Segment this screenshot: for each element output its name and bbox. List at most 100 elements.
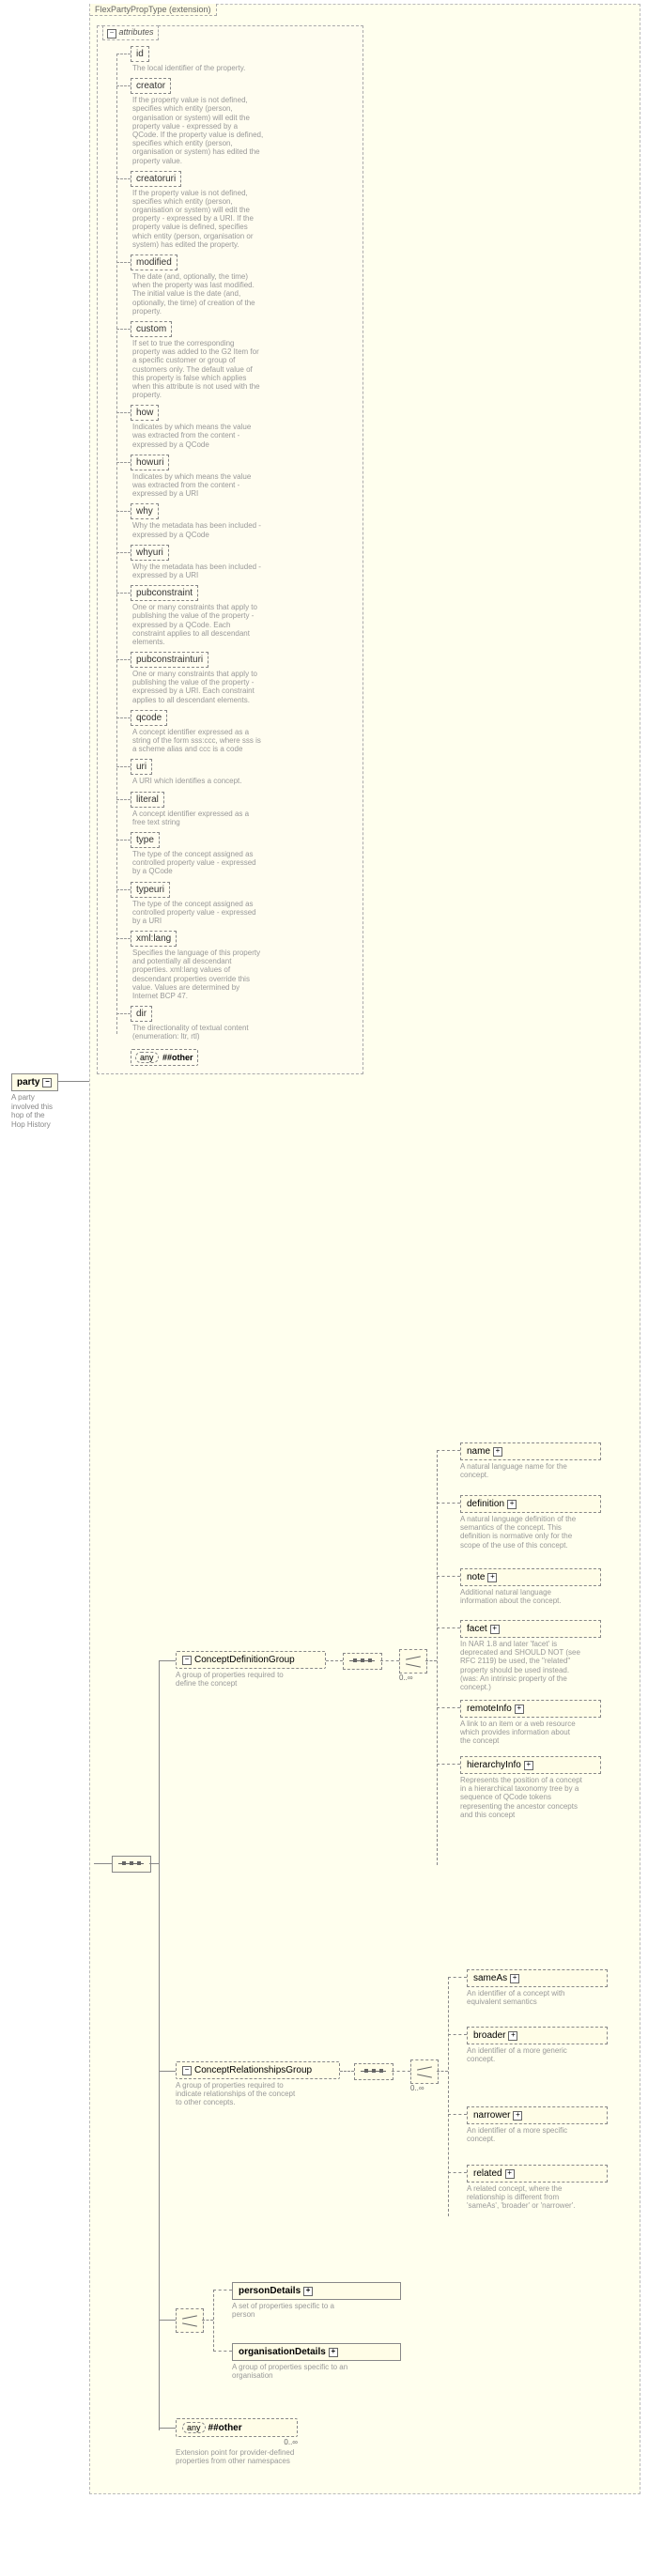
attribute-desc: The directionality of textual content (e… [132, 1024, 264, 1041]
child-label: narrower [473, 2110, 510, 2121]
attribute-desc: If set to true the corresponding propert… [132, 339, 264, 399]
attribute-name[interactable]: modified [131, 255, 177, 270]
collapse-icon[interactable]: − [182, 2066, 192, 2075]
child-label: note [467, 1572, 485, 1582]
attribute-desc: A URI which identifies a concept. [132, 777, 264, 785]
child-desc: A link to an item or a web resource whic… [460, 1720, 582, 1746]
child-element[interactable]: hierarchyInfo+Represents the position of… [460, 1756, 601, 1819]
connector [448, 2172, 467, 2173]
connector [159, 2428, 176, 2429]
child-desc: An identifier of a more generic concept. [467, 2046, 589, 2063]
attribute-item: creatorIf the property value is not defi… [131, 78, 363, 165]
child-element[interactable]: personDetails+A set of properties specif… [232, 2282, 401, 2319]
expand-icon[interactable]: + [507, 1500, 517, 1509]
sequence-connector[interactable] [343, 1653, 382, 1670]
expand-icon[interactable]: + [493, 1447, 502, 1457]
child-element[interactable]: name+A natural language name for the con… [460, 1442, 601, 1479]
collapse-icon[interactable]: − [42, 1078, 52, 1087]
attribute-name[interactable]: whyuri [131, 545, 169, 561]
child-label: sameAs [473, 1973, 507, 1983]
any-label: any [135, 1052, 159, 1063]
attribute-name[interactable]: uri [131, 759, 152, 775]
attribute-desc: The type of the concept assigned as cont… [132, 850, 264, 876]
attribute-name[interactable]: custom [131, 321, 172, 337]
concept-relationships-group[interactable]: − ConceptRelationshipsGroup A group of p… [176, 2061, 340, 2107]
expand-icon[interactable]: + [524, 1761, 533, 1770]
child-element[interactable]: broader+An identifier of a more generic … [467, 2027, 608, 2063]
child-desc: A set of properties specific to a person [232, 2302, 354, 2319]
attribute-name[interactable]: pubconstraint [131, 585, 198, 601]
expand-icon[interactable]: + [303, 2287, 313, 2296]
expand-icon[interactable]: + [510, 1974, 519, 1983]
attribute-name[interactable]: creatoruri [131, 171, 181, 187]
attribute-name[interactable]: dir [131, 1006, 152, 1022]
attribute-name[interactable]: type [131, 832, 160, 848]
root-desc: A party involved this hop of the Hop His… [11, 1093, 58, 1129]
attribute-desc: Indicates by which means the value was e… [132, 472, 264, 499]
attributes-title: − attributes [102, 25, 159, 40]
group-desc: A group of properties required to indica… [176, 2081, 298, 2107]
attribute-desc: The type of the concept assigned as cont… [132, 900, 264, 926]
child-element[interactable]: sameAs+An identifier of a concept with e… [467, 1969, 608, 2006]
collapse-icon[interactable]: − [182, 1656, 192, 1665]
attribute-name[interactable]: creator [131, 78, 171, 94]
attribute-name[interactable]: id [131, 46, 149, 62]
child-label: related [473, 2168, 502, 2179]
child-desc: An identifier of a more specific concept… [467, 2126, 589, 2143]
connector [213, 2351, 232, 2352]
concept-definition-group[interactable]: − ConceptDefinitionGroup A group of prop… [176, 1651, 326, 1688]
sequence-connector[interactable] [112, 1856, 151, 1873]
attribute-item: whyWhy the metadata has been included - … [131, 503, 363, 538]
attribute-name[interactable]: pubconstrainturi [131, 652, 208, 668]
child-element[interactable]: definition+A natural language definition… [460, 1495, 601, 1550]
attribute-name[interactable]: why [131, 503, 159, 519]
root-label: party [17, 1077, 39, 1087]
other-label: ##other [162, 1053, 193, 1062]
choice-connector[interactable] [410, 2059, 439, 2084]
connector [202, 2320, 213, 2321]
wildcard-element[interactable]: any ##other 0..∞ Extension point for pro… [176, 2418, 298, 2465]
expand-icon[interactable]: + [515, 1704, 524, 1714]
child-element[interactable]: note+ Additional natural language informa… [460, 1568, 601, 1605]
attribute-desc: Why the metadata has been included - exp… [132, 563, 264, 579]
child-desc: A group of properties specific to an org… [232, 2363, 354, 2380]
choice-connector[interactable] [176, 2308, 204, 2333]
attribute-name[interactable]: xml:lang [131, 931, 177, 947]
attribute-name[interactable]: typeuri [131, 882, 170, 898]
group-desc: A group of properties required to define… [176, 1671, 298, 1688]
attribute-desc: A concept identifier expressed as a stri… [132, 728, 264, 754]
attribute-item: xml:lang Specifies the language of this p… [131, 931, 363, 1000]
child-element[interactable]: organisationDetails+A group of propertie… [232, 2343, 401, 2380]
attribute-item: uri A URI which identifies a concept. [131, 759, 363, 785]
attribute-item: literalA concept identifier expressed as… [131, 792, 363, 826]
child-label: facet [467, 1624, 487, 1634]
connector [437, 2071, 448, 2072]
attribute-name[interactable]: how [131, 405, 159, 421]
expand-icon[interactable]: + [487, 1573, 497, 1582]
expand-icon[interactable]: + [490, 1625, 500, 1634]
attribute-item: pubconstrainturiOne or many constraints … [131, 652, 363, 704]
connector [58, 1081, 89, 1082]
any-label: any [182, 2422, 206, 2433]
child-element[interactable]: narrower+ An identifier of a more specifi… [467, 2106, 608, 2143]
collapse-icon[interactable]: − [107, 29, 116, 39]
attribute-item: howIndicates by which means the value wa… [131, 405, 363, 449]
attribute-name[interactable]: qcode [131, 710, 167, 726]
any-other-attr: any ##other [131, 1049, 198, 1066]
attribute-name[interactable]: literal [131, 792, 164, 808]
root-element[interactable]: party − [11, 1073, 58, 1091]
expand-icon[interactable]: + [505, 2169, 515, 2179]
child-element[interactable]: related+ A related concept, where the rel… [467, 2165, 608, 2211]
sequence-connector[interactable] [354, 2063, 393, 2080]
attribute-name[interactable]: howuri [131, 455, 169, 470]
child-desc: Additional natural language information … [460, 1588, 582, 1605]
expand-icon[interactable]: + [513, 2111, 522, 2121]
expand-icon[interactable]: + [508, 2031, 517, 2041]
child-desc: A related concept, where the relationshi… [467, 2184, 589, 2211]
child-element[interactable]: facet+In NAR 1.8 and later 'facet' is de… [460, 1620, 601, 1691]
child-element[interactable]: remoteInfo+A link to an item or a web re… [460, 1700, 601, 1746]
choice-connector[interactable] [399, 1649, 427, 1674]
attribute-desc: Specifies the language of this property … [132, 949, 264, 1000]
expand-icon[interactable]: + [329, 2348, 338, 2357]
attribute-item: dir The directionality of textual content… [131, 1006, 363, 1041]
